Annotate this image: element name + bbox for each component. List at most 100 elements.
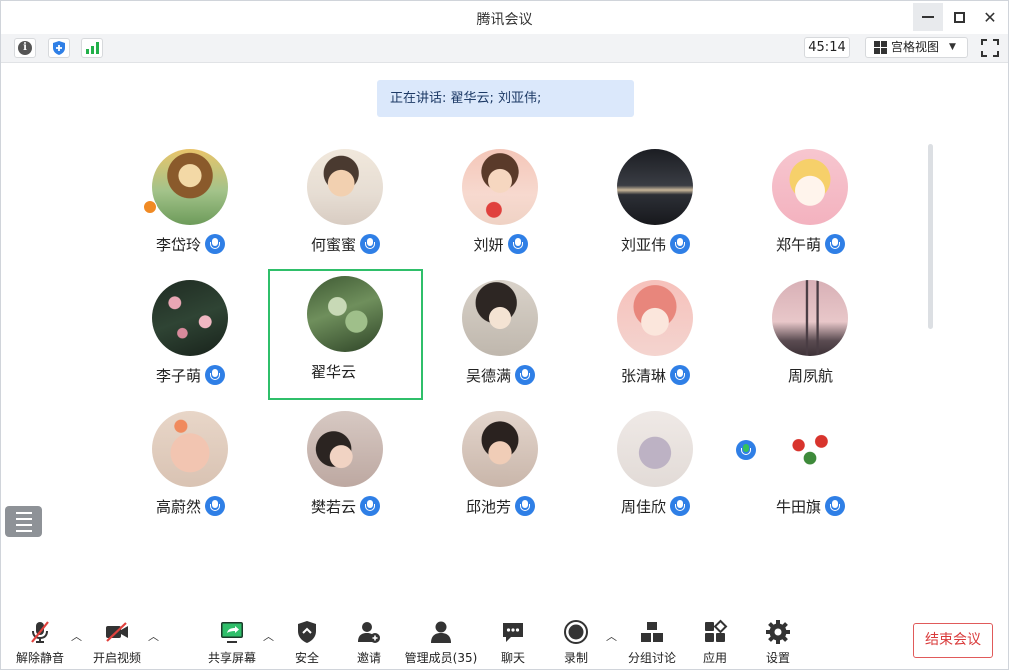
avatar bbox=[617, 411, 693, 487]
shield-icon bbox=[53, 41, 65, 55]
breakout-rooms-icon bbox=[639, 619, 665, 645]
participant-tile[interactable]: 吴德满 bbox=[423, 269, 578, 400]
unmute-button[interactable]: 解除静音 bbox=[13, 619, 67, 669]
manage-members-button[interactable]: 管理成员(35) bbox=[401, 619, 481, 669]
participant-name-bar: 樊若云 bbox=[268, 495, 423, 517]
participant-tile[interactable]: 周佳欣 bbox=[578, 400, 733, 531]
minimize-button[interactable] bbox=[913, 3, 943, 31]
manage-members-label: 管理成员(35) bbox=[404, 651, 478, 665]
participant-tile[interactable]: 李岱玲 bbox=[113, 138, 268, 269]
invite-user-icon bbox=[356, 619, 382, 645]
top-toolbar: i 45:14 宫格视图 ▼ bbox=[1, 34, 1008, 63]
title-bar: 腾讯会议 ✕ bbox=[1, 1, 1008, 34]
avatar bbox=[152, 149, 228, 225]
breakout-label: 分组讨论 bbox=[627, 651, 676, 665]
participant-tile[interactable]: 刘妍 bbox=[423, 138, 578, 269]
speaking-indicator: 正在讲话: 翟华云; 刘亚伟; bbox=[377, 80, 634, 117]
breakout-button[interactable]: 分组讨论 bbox=[626, 619, 678, 669]
meeting-info-button[interactable]: i bbox=[14, 38, 36, 58]
participant-name: 刘妍 bbox=[473, 235, 504, 254]
meeting-timer: 45:14 bbox=[804, 37, 850, 58]
start-video-button[interactable]: 开启视频 bbox=[89, 619, 145, 669]
start-video-label: 开启视频 bbox=[92, 651, 141, 665]
avatar bbox=[772, 149, 848, 225]
mic-icon bbox=[670, 234, 690, 254]
video-options-chevron[interactable]: ︿ bbox=[148, 628, 159, 644]
participant-tile[interactable]: 刘亚伟 bbox=[578, 138, 733, 269]
gear-icon bbox=[765, 619, 791, 645]
signal-icon bbox=[85, 42, 99, 54]
window-title: 腾讯会议 bbox=[476, 12, 533, 28]
close-button[interactable]: ✕ bbox=[975, 3, 1005, 31]
audio-options-chevron[interactable]: ︿ bbox=[71, 628, 82, 644]
participant-tile[interactable]: 李子萌 bbox=[113, 269, 268, 400]
avatar bbox=[462, 411, 538, 487]
invite-button[interactable]: 邀请 bbox=[347, 619, 391, 669]
unmute-label: 解除静音 bbox=[15, 651, 64, 665]
maximize-button[interactable] bbox=[944, 3, 974, 31]
record-label: 录制 bbox=[563, 651, 588, 665]
participant-tile[interactable]: 邱池芳 bbox=[423, 400, 578, 531]
settings-label: 设置 bbox=[765, 651, 790, 665]
participant-name-bar: 郑午萌 bbox=[733, 233, 888, 255]
avatar bbox=[307, 411, 383, 487]
network-status-button[interactable] bbox=[81, 38, 103, 58]
participant-name-bar: 邱池芳 bbox=[423, 495, 578, 517]
participant-name: 何蜜蜜 bbox=[310, 235, 356, 254]
participant-tile[interactable]: 郑午萌 bbox=[733, 138, 888, 269]
record-icon bbox=[563, 619, 589, 645]
participant-tile[interactable]: 何蜜蜜 bbox=[268, 138, 423, 269]
avatar bbox=[617, 149, 693, 225]
security-button[interactable]: 安全 bbox=[285, 619, 329, 669]
mic-icon bbox=[515, 496, 535, 516]
mic-icon bbox=[507, 234, 528, 254]
avatar bbox=[152, 280, 228, 356]
participant-name: 李子萌 bbox=[155, 366, 201, 385]
apps-icon bbox=[702, 619, 728, 645]
mic-muted-icon bbox=[27, 619, 53, 645]
participant-name-bar: 刘妍 bbox=[423, 233, 578, 255]
mic-icon bbox=[205, 365, 225, 385]
chat-button[interactable]: 聊天 bbox=[491, 619, 535, 669]
member-list-toggle[interactable] bbox=[5, 506, 42, 537]
fullscreen-button[interactable] bbox=[981, 39, 999, 57]
participant-name: 张清琳 bbox=[620, 366, 666, 385]
share-options-chevron[interactable]: ︿ bbox=[263, 628, 274, 644]
participant-tile[interactable]: 牛田旗 bbox=[733, 400, 888, 531]
settings-button[interactable]: 设置 bbox=[756, 619, 800, 669]
apps-button[interactable]: 应用 bbox=[693, 619, 737, 669]
record-options-chevron[interactable]: ︿ bbox=[606, 628, 617, 644]
info-icon: i bbox=[18, 41, 32, 55]
participant-tile[interactable]: 樊若云 bbox=[268, 400, 423, 531]
participant-tile[interactable]: 周夙航 bbox=[733, 269, 888, 400]
participant-name-bar: 李岱玲 bbox=[113, 233, 268, 255]
mic-icon bbox=[360, 496, 380, 516]
participant-name: 吴德满 bbox=[465, 366, 511, 385]
share-screen-button[interactable]: 共享屏幕 bbox=[205, 619, 259, 669]
invite-label: 邀请 bbox=[356, 651, 381, 665]
participant-name: 高蔚然 bbox=[155, 497, 201, 516]
participant-name-bar: 刘亚伟 bbox=[578, 233, 733, 255]
bottom-toolbar: 解除静音 ︿ 开启视频 ︿ 共享屏幕 ︿ 安全 邀请 管理成员(35) 聊天 录… bbox=[1, 611, 1008, 669]
chat-label: 聊天 bbox=[500, 651, 525, 665]
security-status-button[interactable] bbox=[48, 38, 70, 58]
avatar bbox=[617, 280, 693, 356]
participant-name-bar: 高蔚然 bbox=[113, 495, 268, 517]
participant-tile[interactable]: 张清琳 bbox=[578, 269, 733, 400]
grid-scrollbar[interactable] bbox=[928, 144, 933, 329]
avatar bbox=[772, 280, 848, 356]
participant-name-bar: 李子萌 bbox=[113, 364, 268, 386]
mic-icon bbox=[360, 234, 380, 254]
avatar bbox=[462, 280, 538, 356]
view-mode-dropdown[interactable]: 宫格视图 ▼ bbox=[865, 37, 968, 58]
minimize-icon bbox=[922, 16, 934, 18]
caret-down-icon: ▼ bbox=[949, 42, 956, 52]
members-icon bbox=[428, 619, 454, 645]
participant-tile-active[interactable]: 翟华云 bbox=[268, 269, 756, 460]
end-meeting-button[interactable]: 结束会议 bbox=[913, 623, 993, 658]
participant-tile[interactable]: 高蔚然 bbox=[113, 400, 268, 531]
grid-view-icon bbox=[874, 41, 887, 54]
share-screen-label: 共享屏幕 bbox=[207, 651, 256, 665]
participant-name-bar: 翟华云 bbox=[270, 360, 756, 460]
record-button[interactable]: 录制 bbox=[554, 619, 598, 669]
